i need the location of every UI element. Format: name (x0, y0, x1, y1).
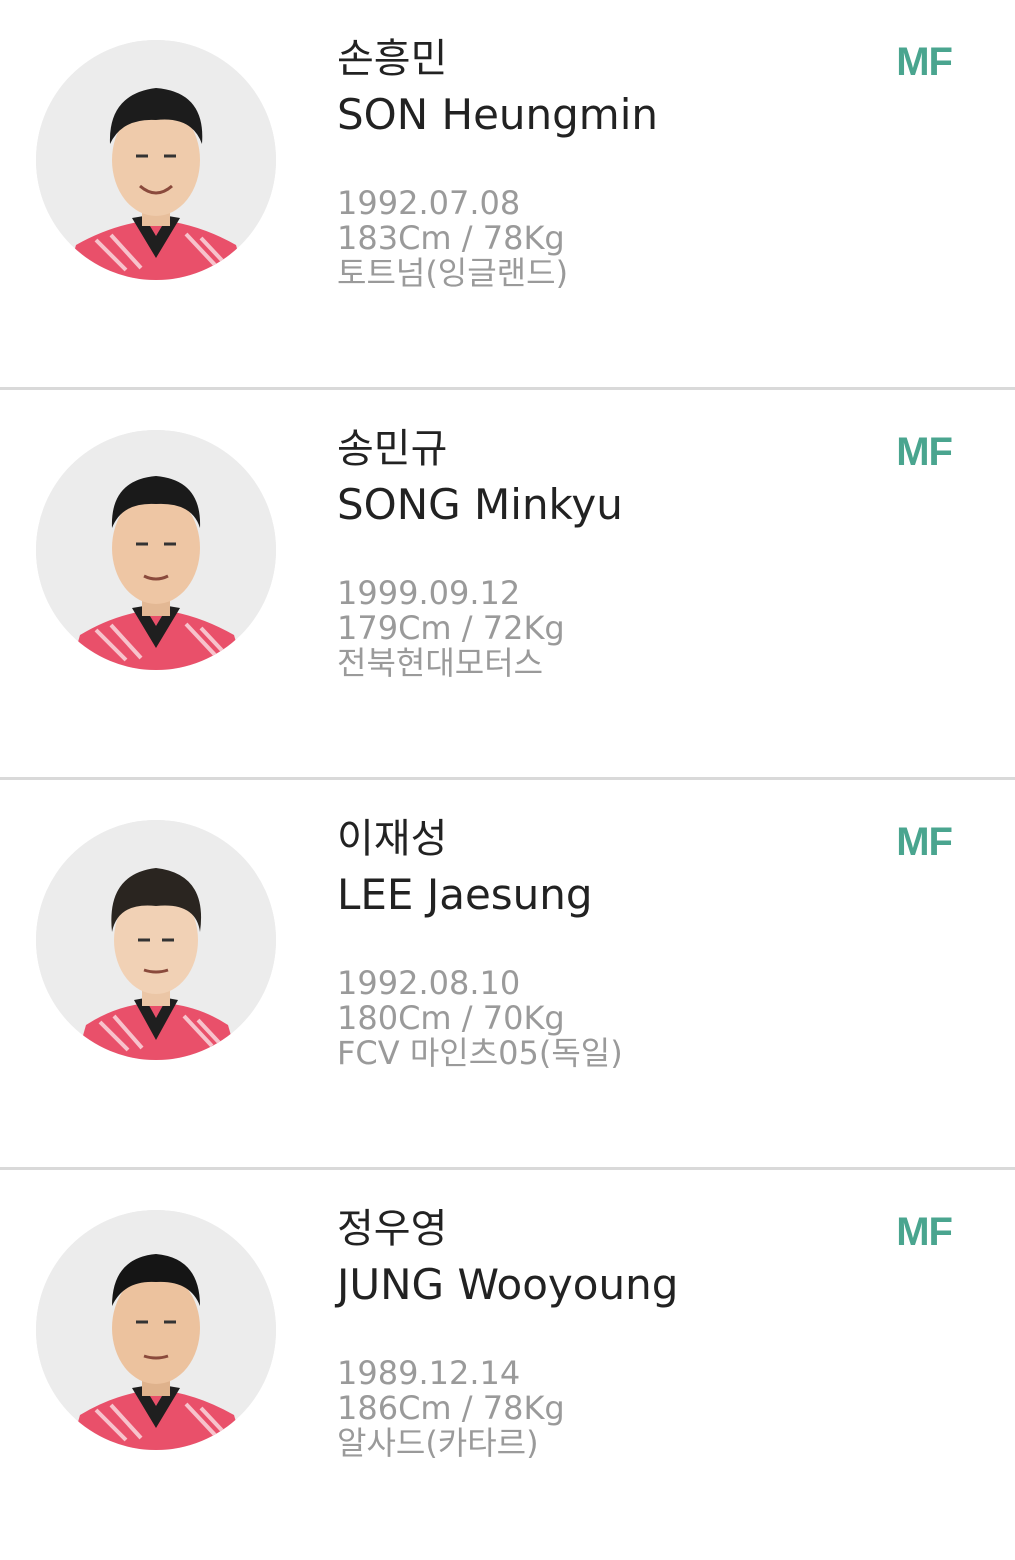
position-badge: MF (896, 1210, 953, 1254)
player-name-english: LEE Jaesung (337, 870, 593, 919)
player-photo (36, 1210, 276, 1450)
player-info: 1992.08.10 180Cm / 70Kg FCV 마인츠05(독일) (337, 966, 623, 1071)
player-photo-icon (36, 1210, 276, 1450)
player-name-english: JUNG Wooyoung (337, 1260, 679, 1309)
player-club: 알사드(카타르) (337, 1424, 539, 1462)
player-photo (36, 430, 276, 670)
player-card[interactable]: 정우영 JUNG Wooyoung MF 1989.12.14 186Cm / … (0, 1170, 1015, 1560)
player-club: 토트넘(잉글랜드) (337, 254, 569, 292)
player-name-english: SON Heungmin (337, 90, 659, 139)
player-name-korean: 손흥민 (337, 36, 448, 82)
position-badge: MF (896, 430, 953, 474)
player-birthdate: 1992.08.10 (337, 964, 521, 1002)
player-birthdate: 1989.12.14 (337, 1354, 521, 1392)
player-name-korean: 정우영 (337, 1206, 448, 1252)
player-club: 전북현대모터스 (337, 644, 544, 682)
player-photo-icon (36, 40, 276, 280)
player-card[interactable]: 손흥민 SON Heungmin MF 1992.07.08 183Cm / 7… (0, 0, 1015, 390)
player-birthdate: 1992.07.08 (337, 184, 521, 222)
player-height-weight: 183Cm / 78Kg (337, 219, 565, 257)
player-photo (36, 820, 276, 1060)
player-photo-icon (36, 820, 276, 1060)
player-name-english: SONG Minkyu (337, 480, 623, 529)
player-height-weight: 186Cm / 78Kg (337, 1389, 565, 1427)
player-club: FCV 마인츠05(독일) (337, 1034, 623, 1072)
player-name-korean: 이재성 (337, 816, 448, 862)
player-info: 1989.12.14 186Cm / 78Kg 알사드(카타르) (337, 1356, 565, 1461)
player-photo-icon (36, 430, 276, 670)
player-info: 1999.09.12 179Cm / 72Kg 전북현대모터스 (337, 576, 565, 681)
player-info: 1992.07.08 183Cm / 78Kg 토트넘(잉글랜드) (337, 186, 568, 291)
position-badge: MF (896, 40, 953, 84)
player-name-korean: 송민규 (337, 426, 448, 472)
player-height-weight: 180Cm / 70Kg (337, 999, 565, 1037)
player-birthdate: 1999.09.12 (337, 574, 521, 612)
player-card[interactable]: 송민규 SONG Minkyu MF 1999.09.12 179Cm / 72… (0, 390, 1015, 780)
player-height-weight: 179Cm / 72Kg (337, 609, 565, 647)
player-photo (36, 40, 276, 280)
player-card[interactable]: 이재성 LEE Jaesung MF 1992.08.10 180Cm / 70… (0, 780, 1015, 1170)
player-list: 손흥민 SON Heungmin MF 1992.07.08 183Cm / 7… (0, 0, 1015, 1560)
position-badge: MF (896, 820, 953, 864)
